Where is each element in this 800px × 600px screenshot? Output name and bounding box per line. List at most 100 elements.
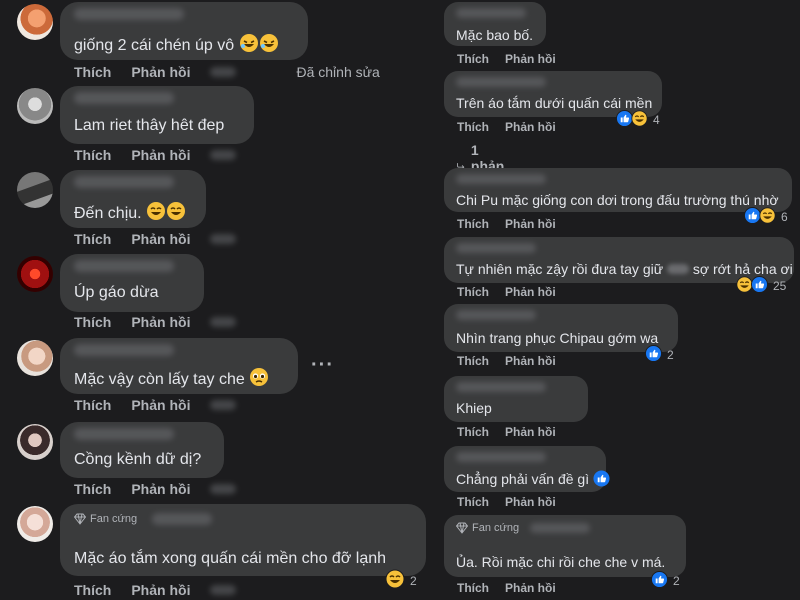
like-link[interactable]: Thích xyxy=(74,582,111,598)
reply-link[interactable]: Phản hồi xyxy=(131,64,190,80)
comment-text: Tự nhiên mặc zậy rồi đưa tay giữ sợ rớt … xyxy=(456,261,793,277)
like-link[interactable]: Thích xyxy=(457,354,489,368)
reply-link[interactable]: Phản hồi xyxy=(505,425,556,439)
reaction-summary[interactable]: 2 xyxy=(385,569,417,592)
comment-text: Mặc vậy còn lấy tay che xyxy=(74,367,269,392)
comment-actions: Thích Phản hồi xyxy=(74,314,237,330)
reaction-summary[interactable]: 25 xyxy=(736,276,786,296)
comment-actions: Thích Phản hồi xyxy=(74,481,237,497)
reaction-summary[interactable]: 6 xyxy=(744,207,788,227)
comment-bubble: Fan cứng Mặc áo tắm xong quấn cái mền ch… xyxy=(60,504,426,576)
blurred-commenter-name xyxy=(456,77,546,87)
comment-actions: Thích Phản hồi xyxy=(457,120,556,134)
comment-actions: Thích Phản hồi xyxy=(74,147,237,163)
reply-link[interactable]: Phản hồi xyxy=(131,314,190,330)
laugh-emoji xyxy=(631,110,648,130)
comment-text: Lam riet thây hêt đep xyxy=(74,117,225,134)
reply-link[interactable]: Phản hồi xyxy=(131,481,190,497)
avatar[interactable] xyxy=(17,424,53,460)
comment-text: Mặc áo tắm xong quấn cái mền cho đỡ lạnh xyxy=(74,550,387,567)
comment-actions: Thích Phản hồi xyxy=(457,52,556,66)
comment-text-content: Mặc vậy còn lấy tay che xyxy=(74,371,245,388)
reply-link[interactable]: Phản hồi xyxy=(505,52,556,66)
comment-actions: Thích Phản hồi xyxy=(74,582,237,598)
comment-bubble: Đến chịu. xyxy=(60,170,206,228)
comment-actions: Thích Phản hồi xyxy=(457,217,556,231)
like-link[interactable]: Thích xyxy=(74,481,111,497)
comment-actions: Thích Phản hồi xyxy=(457,425,556,439)
comment-text-content: giống 2 cái chén úp vô xyxy=(74,37,235,54)
comment-bubble: Cồng kềnh dữ dị? xyxy=(60,422,224,478)
comment-text: Úp gáo dừa xyxy=(74,284,159,301)
like-link[interactable]: Thích xyxy=(74,397,111,413)
blurred-commenter-name xyxy=(456,174,546,184)
blurred-timestamp xyxy=(210,484,237,494)
comment-text: Đến chịu. xyxy=(74,201,186,226)
reply-link[interactable]: Phản hồi xyxy=(131,397,190,413)
avatar[interactable] xyxy=(17,88,53,124)
avatar[interactable] xyxy=(17,4,53,40)
blurred-timestamp xyxy=(210,317,237,327)
pleading-emoji xyxy=(249,367,269,392)
avatar[interactable] xyxy=(17,506,53,542)
blurred-commenter-name xyxy=(456,8,526,18)
reaction-count: 25 xyxy=(773,279,787,293)
like-icon xyxy=(645,345,662,365)
reply-link[interactable]: Phản hồi xyxy=(131,582,190,598)
like-link[interactable]: Thích xyxy=(74,64,111,80)
blurred-commenter-name xyxy=(456,310,536,320)
blurred-word xyxy=(666,264,689,274)
comment-actions: Thích Phản hồi xyxy=(74,397,237,413)
blurred-commenter-name xyxy=(74,344,174,356)
comment-text: giống 2 cái chén úp vô xyxy=(74,33,279,58)
like-link[interactable]: Thích xyxy=(457,581,489,595)
comment-text: Nhìn trang phục Chipau gớm wa xyxy=(456,330,659,346)
reply-link[interactable]: Phản hồi xyxy=(505,120,556,134)
more-options-icon[interactable]: ··· xyxy=(311,355,334,375)
avatar[interactable] xyxy=(17,172,53,208)
reply-link[interactable]: Phản hồi xyxy=(505,354,556,368)
like-link[interactable]: Thích xyxy=(457,120,489,134)
like-link[interactable]: Thích xyxy=(457,495,489,509)
rofl-emoji xyxy=(259,33,279,58)
laugh-emoji xyxy=(759,207,776,227)
blurred-commenter-name xyxy=(74,260,174,272)
comment-text-content: Đến chịu. xyxy=(74,205,142,222)
reaction-summary[interactable]: 4 xyxy=(616,110,660,130)
comment-bubble: Fan cứng Ủa. Rồi mặc chi rồi che che v m… xyxy=(444,515,686,577)
reaction-count: 4 xyxy=(653,113,660,127)
reply-link[interactable]: Phản hồi xyxy=(505,217,556,231)
like-link[interactable]: Thích xyxy=(457,425,489,439)
blurred-timestamp xyxy=(210,585,237,595)
like-link[interactable]: Thích xyxy=(457,217,489,231)
comment-bubble: Chi Pu mặc giống con dơi trong đấu trườn… xyxy=(444,168,792,212)
comment-actions: Thích Phản hồi xyxy=(457,354,556,368)
comment-actions: Thích Phản hồi xyxy=(457,581,556,595)
like-link[interactable]: Thích xyxy=(74,147,111,163)
like-link[interactable]: Thích xyxy=(74,314,111,330)
laugh-emoji xyxy=(385,569,405,592)
reply-link[interactable]: Phản hồi xyxy=(505,581,556,595)
reply-link[interactable]: Phản hồi xyxy=(131,147,190,163)
avatar[interactable] xyxy=(17,256,53,292)
reply-link[interactable]: Phản hồi xyxy=(505,285,556,299)
diamond-icon xyxy=(456,522,468,534)
comment-text: Chẳng phải vấn đề gì xyxy=(456,470,610,490)
like-link[interactable]: Thích xyxy=(457,52,489,66)
like-link[interactable]: Thích xyxy=(74,231,111,247)
reaction-count: 2 xyxy=(673,574,680,588)
reply-link[interactable]: Phản hồi xyxy=(505,495,556,509)
blurred-commenter-name xyxy=(456,243,536,253)
like-icon xyxy=(593,470,610,490)
comment-bubble: Chẳng phải vấn đề gì xyxy=(444,446,610,492)
avatar[interactable] xyxy=(17,340,53,376)
like-link[interactable]: Thích xyxy=(457,285,489,299)
reaction-summary[interactable]: 2 xyxy=(651,571,680,591)
fan-badge: Fan cứng xyxy=(456,522,519,534)
comment-text-part: Tự nhiên mặc zậy rồi đưa tay giữ xyxy=(456,261,664,277)
reply-link[interactable]: Phản hồi xyxy=(131,231,190,247)
comment-actions: Thích Phản hồi xyxy=(457,285,556,299)
comment-bubble: Nhìn trang phục Chipau gớm wa xyxy=(444,304,678,352)
fan-badge-label: Fan cứng xyxy=(472,522,520,534)
reaction-summary[interactable]: 2 xyxy=(645,345,674,365)
